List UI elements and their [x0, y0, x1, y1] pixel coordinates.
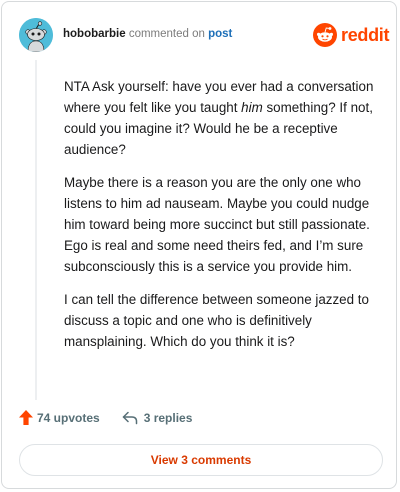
comment-header: hobobarbie commented on post [63, 28, 232, 40]
upvote-group[interactable]: 74 upvotes [19, 410, 100, 425]
thread-line[interactable] [35, 60, 37, 400]
comment-footer: 74 upvotes 3 replies [19, 410, 192, 425]
reddit-logo-icon [313, 23, 337, 47]
reddit-logo[interactable]: reddit [313, 23, 390, 47]
reddit-wordmark: reddit [341, 24, 390, 45]
comment-body: NTA Ask yourself: have you ever had a co… [64, 76, 382, 364]
view-comments-button[interactable]: View 3 comments [19, 444, 383, 476]
post-link[interactable]: post [208, 28, 232, 40]
username-link[interactable]: hobobarbie [63, 28, 126, 40]
reply-group[interactable]: 3 replies [122, 410, 193, 425]
comment-card: hobobarbie commented on post reddit NTA … [1, 1, 397, 489]
comment-paragraph-2: Maybe there is a reason you are the only… [64, 175, 370, 274]
upvote-count: 74 upvotes [37, 410, 100, 425]
reply-count: 3 replies [143, 410, 193, 425]
comment-paragraph-3: I can tell the difference between someon… [64, 292, 369, 349]
user-avatar-icon[interactable] [19, 18, 53, 52]
comment-paragraph-1: NTA Ask yourself: have you ever had a co… [64, 79, 374, 157]
comment-action-text: commented on [128, 28, 205, 40]
reply-arrow-icon[interactable] [122, 411, 138, 425]
upvote-arrow-icon[interactable] [19, 410, 33, 425]
